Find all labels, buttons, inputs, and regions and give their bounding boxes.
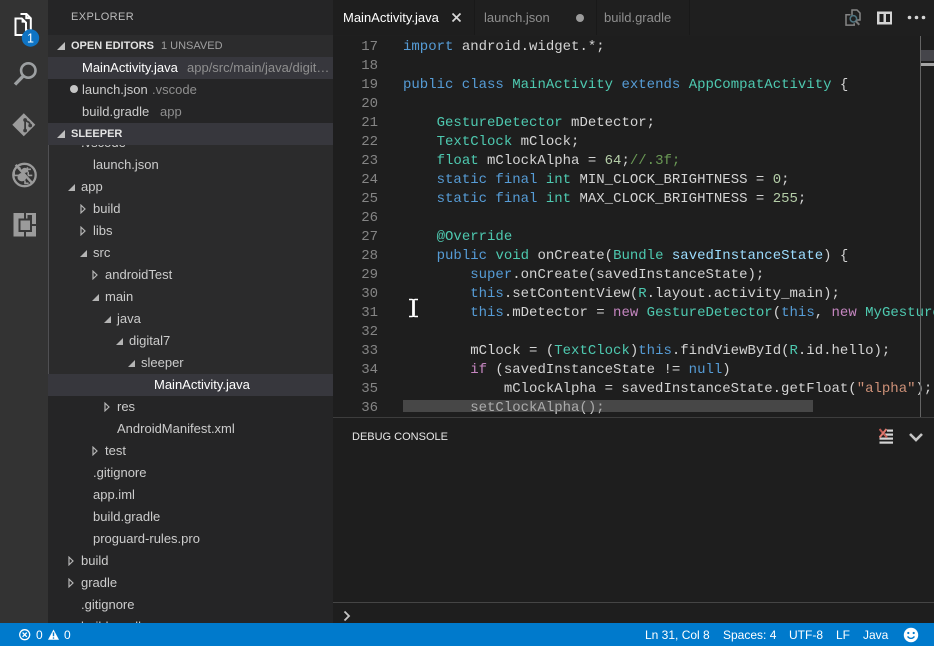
svg-text:1: 1 [27, 32, 34, 46]
